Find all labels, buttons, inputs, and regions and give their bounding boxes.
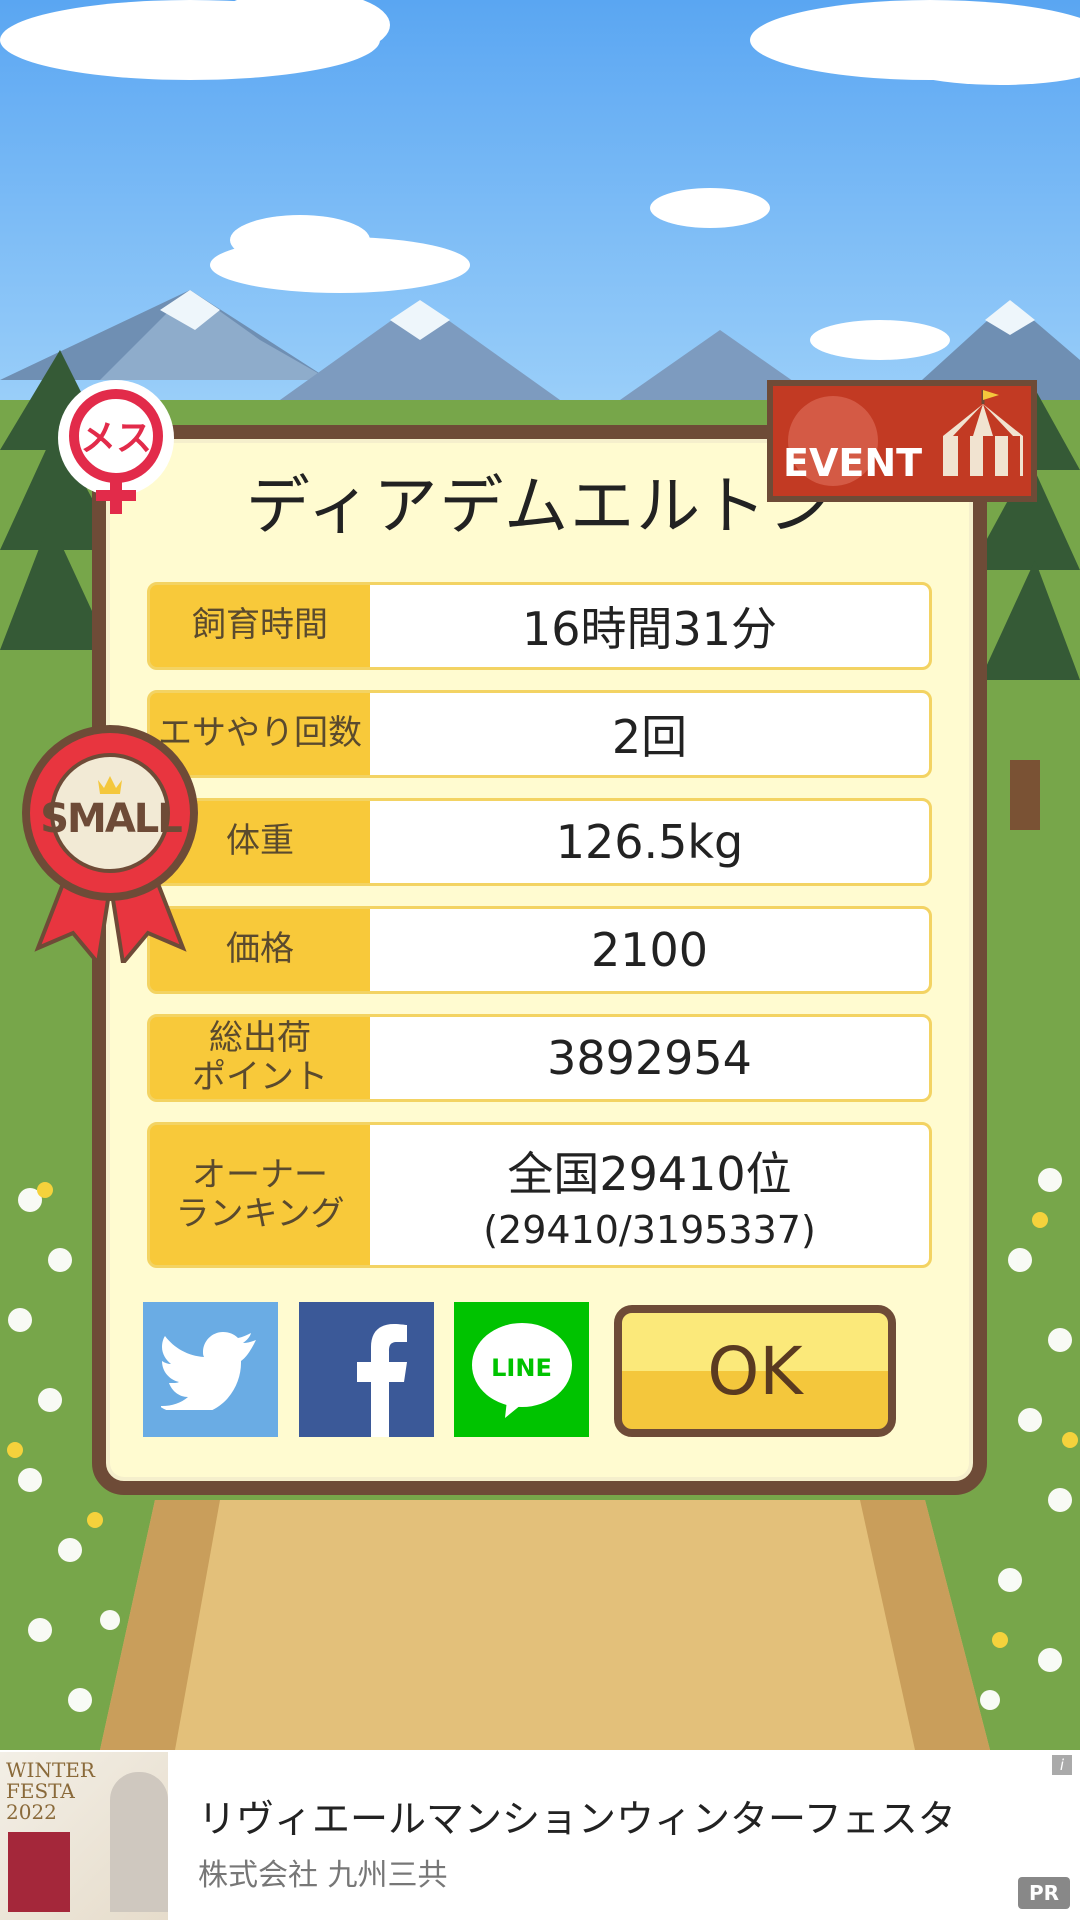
ok-button[interactable]: OK: [614, 1305, 896, 1437]
small-size-ribbon: SMALL: [18, 718, 203, 968]
stat-label: オーナー ランキング: [175, 1154, 345, 1234]
twitter-share-button[interactable]: [143, 1302, 278, 1437]
ad-info-icon[interactable]: i: [1052, 1755, 1072, 1775]
event-label: EVENT: [783, 441, 923, 485]
ad-thumbnail-person: [110, 1772, 168, 1912]
facebook-share-button[interactable]: [299, 1302, 434, 1437]
female-symbol-icon: メス: [58, 380, 174, 514]
stat-row-feed-count: エサやり回数 2回: [147, 690, 932, 778]
stat-row-price: 価格 2100: [147, 906, 932, 994]
ad-thumbnail[interactable]: WINTER FESTA 2022: [0, 1752, 168, 1920]
line-share-button[interactable]: LINE: [454, 1302, 589, 1437]
female-gender-badge: メス: [52, 378, 180, 518]
stat-row-weight: 体重 126.5kg: [147, 798, 932, 886]
stat-row-owner-ranking: オーナー ランキング 全国29410位 (29410/3195337): [147, 1122, 932, 1268]
stat-value: 126.5kg: [370, 801, 929, 883]
ranking-detail: (29410/3195337): [483, 1208, 816, 1252]
stat-label: 総出荷 ポイント: [192, 1017, 328, 1097]
ad-pr-badge: PR: [1018, 1877, 1070, 1909]
gender-label: メス: [80, 418, 152, 459]
facebook-f-icon: [357, 1324, 407, 1437]
size-label: SMALL: [40, 796, 183, 842]
stat-row-total-points: 総出荷 ポイント 3892954: [147, 1014, 932, 1102]
stat-value-group: 全国29410位 (29410/3195337): [370, 1125, 929, 1265]
ad-title[interactable]: リヴィエールマンションウィンターフェスタ: [198, 1788, 956, 1843]
stat-row-feeding-time: 飼育時間 16時間31分: [147, 582, 932, 670]
twitter-bird-icon: [160, 1331, 256, 1410]
ad-thumbnail-photo: [8, 1832, 70, 1912]
stat-value: 3892954: [370, 1017, 929, 1099]
ad-thumbnail-title: WINTER FESTA 2022: [6, 1758, 95, 1824]
stat-value: 2100: [370, 909, 929, 991]
stat-label: 飼育時間: [192, 605, 328, 646]
stat-value: 2回: [370, 693, 929, 775]
event-badge[interactable]: EVENT: [767, 380, 1037, 502]
ranking-value: 全国29410位: [507, 1147, 792, 1201]
line-label: LINE: [491, 1354, 552, 1382]
ad-advertiser: 株式会社 九州三共: [198, 1858, 448, 1893]
stat-value: 16時間31分: [370, 585, 929, 667]
